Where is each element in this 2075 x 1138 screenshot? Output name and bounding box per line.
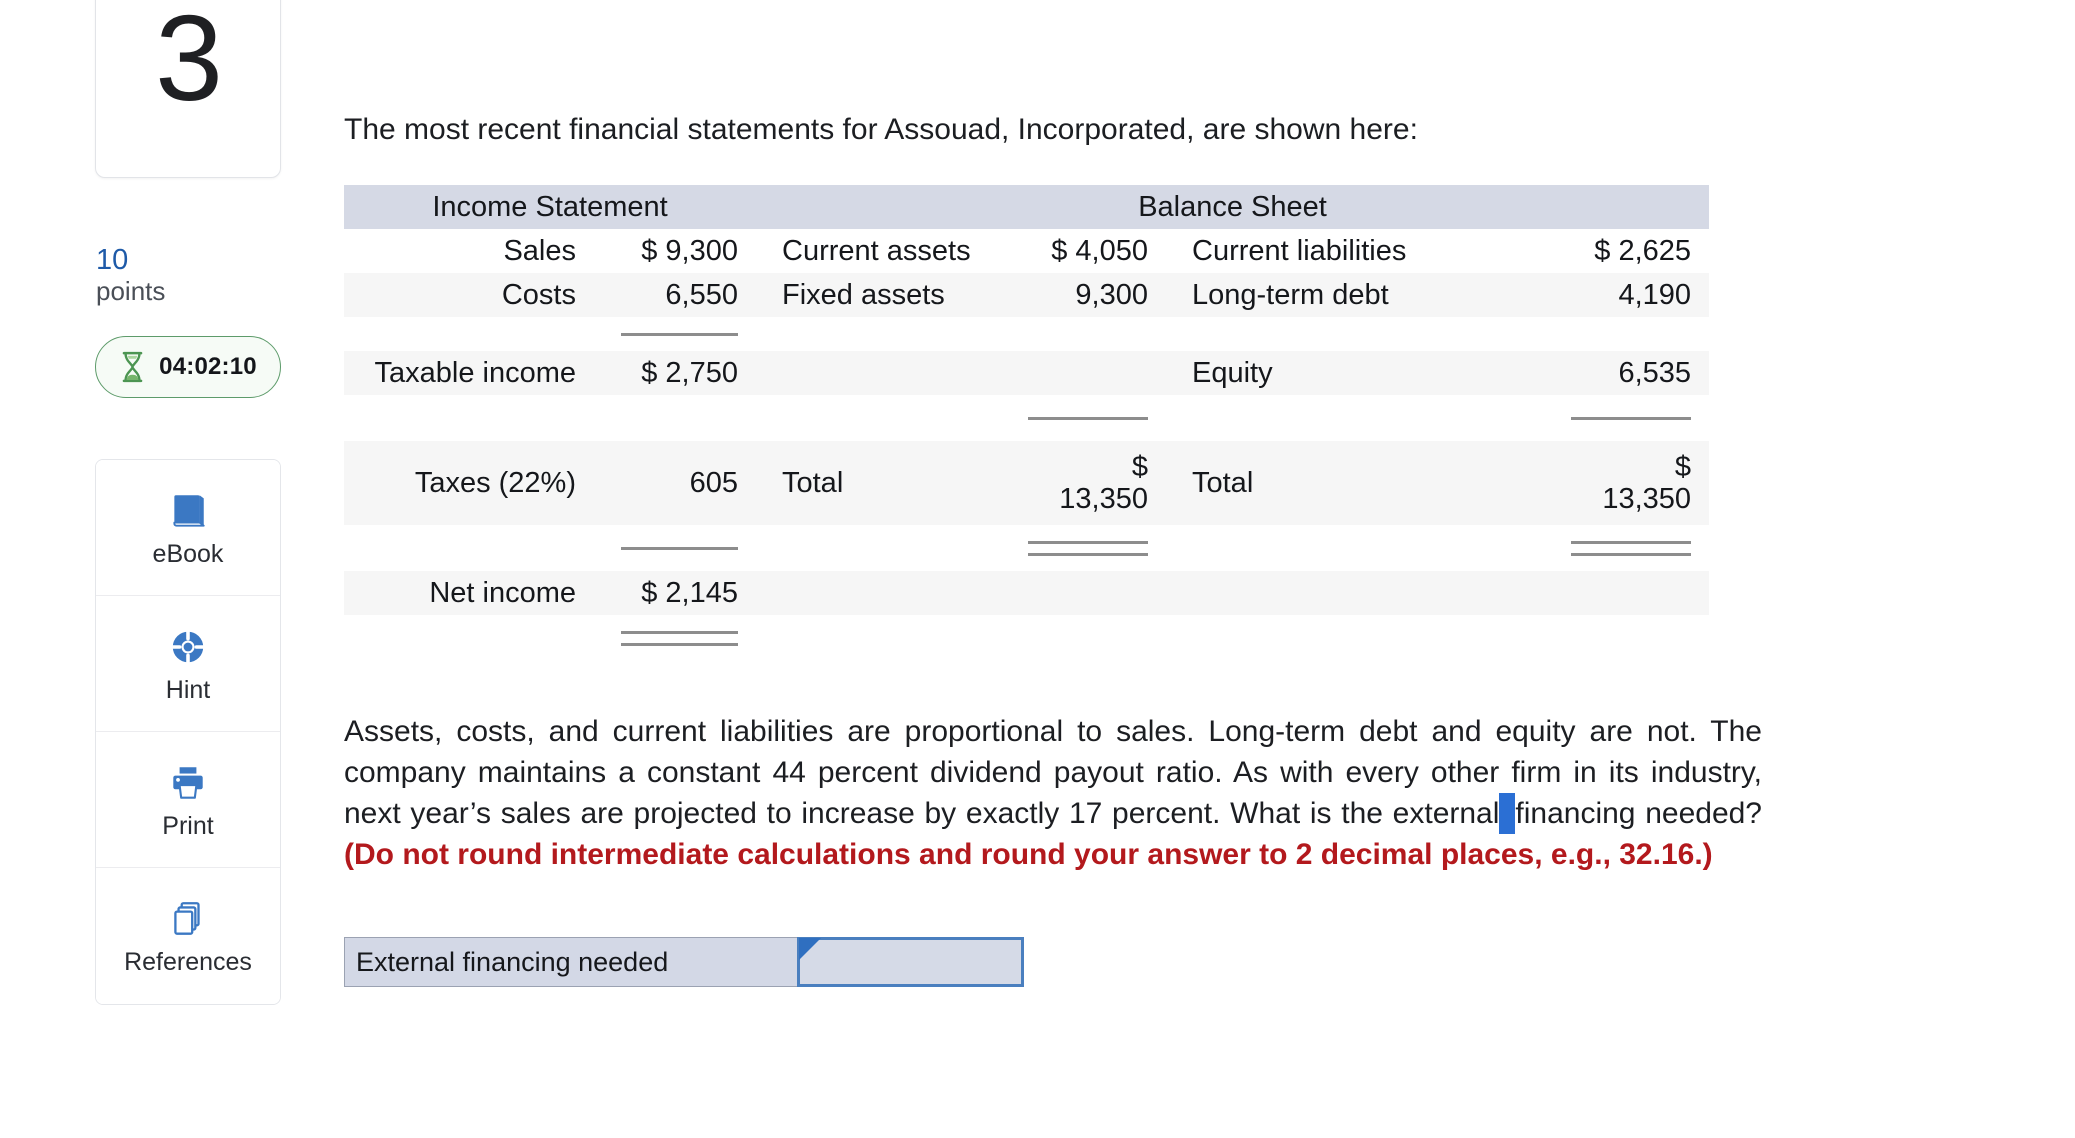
tool-item-hint[interactable]: Hint (96, 595, 280, 732)
cell-income-label: Costs (344, 273, 594, 317)
cell-liability-label (1166, 571, 1486, 615)
question-number-card: 3 (95, 0, 281, 178)
question-content: The most recent financial statements for… (344, 0, 2064, 988)
question-sidebar: 3 10 points 04:02:10 eBook Hint Print Re… (95, 0, 281, 1005)
cell-liability-label: Long-term debt (1166, 273, 1486, 317)
cell-income-value: 6,550 (594, 273, 756, 317)
text-selection-highlight (1499, 793, 1516, 835)
printer-icon (165, 760, 211, 806)
cell-asset-label: Total (756, 441, 990, 525)
points-label: points (96, 276, 166, 307)
table-rule-row (344, 525, 1710, 571)
table-row: Net income $ 2,145 (344, 571, 1710, 615)
cell-income-value: $ 9,300 (594, 229, 756, 273)
rounding-note: (Do not round intermediate calculations … (344, 838, 1713, 872)
tool-label-references: References (124, 948, 252, 977)
cell-income-label: Sales (344, 229, 594, 273)
tool-label-hint: Hint (165, 675, 211, 704)
cell-liability-label: Current liabilities (1166, 229, 1486, 273)
points-value: 10 (96, 244, 129, 276)
cell-asset-value: 9,300 (990, 273, 1166, 317)
cell-liability-value: $ 2,625 (1486, 229, 1710, 273)
financial-statements-table: Income Statement Balance Sheet Sales $ 9… (344, 185, 1710, 661)
documents-stack-icon (165, 896, 211, 942)
assets-double-rule (990, 525, 1166, 571)
cell-income-value: $ 2,750 (594, 351, 756, 395)
cell-liability-label: Total (1166, 441, 1486, 525)
table-rule-row (344, 615, 1710, 661)
asset-total-currency: $ (1131, 450, 1148, 483)
tool-panel: eBook Hint Print References (95, 458, 281, 1005)
cell-income-label: Net income (344, 571, 594, 615)
table-row: Sales $ 9,300 Current assets $ 4,050 Cur… (344, 229, 1710, 273)
cell-liability-value (1486, 571, 1710, 615)
table-row: Taxable income $ 2,750 Equity 6,535 (344, 351, 1710, 395)
question-number: 3 (155, 0, 223, 126)
points-block: 10 points (95, 244, 281, 308)
cell-asset-value (990, 351, 1166, 395)
header-balance-sheet: Balance Sheet (756, 185, 1710, 229)
answer-row: External financing needed (344, 937, 1024, 988)
asset-total-amount: 13,350 (1059, 483, 1148, 515)
table-rule-row (344, 395, 1710, 441)
cell-asset-label: Current assets (756, 229, 990, 273)
liability-total-currency: $ (1674, 450, 1692, 483)
cell-liability-value: 4,190 (1486, 273, 1710, 317)
hourglass-icon (119, 351, 146, 383)
timer-value: 04:02:10 (159, 352, 257, 380)
cell-asset-label: Fixed assets (756, 273, 990, 317)
book-icon (165, 488, 211, 534)
cell-asset-total-value: $ 13,350 (990, 441, 1166, 525)
tool-item-print[interactable]: Print (96, 731, 280, 868)
intro-text: The most recent financial statements for… (344, 113, 1418, 146)
tool-item-references[interactable]: References (96, 867, 280, 1004)
cell-income-value: 605 (594, 441, 756, 525)
cell-income-label: Taxable income (344, 351, 594, 395)
total-rule-liabilities (1486, 395, 1710, 441)
table-header-row: Income Statement Balance Sheet (344, 185, 1710, 229)
liabilities-double-rule (1486, 525, 1710, 571)
timer-badge: 04:02:10 (95, 335, 281, 398)
lifebuoy-icon (165, 624, 211, 670)
question-text-part2: financing needed? (1515, 797, 1762, 831)
cell-income-label: Taxes (22%) (344, 441, 594, 525)
table-row: Taxes (22%) 605 Total $ 13,350 Total $ 1… (344, 441, 1710, 525)
tool-label-print: Print (162, 811, 214, 840)
cell-liability-value: 6,535 (1486, 351, 1710, 395)
external-financing-needed-input[interactable] (797, 937, 1024, 988)
liability-total-amount: 13,350 (1602, 483, 1692, 515)
subtotal-rule (594, 317, 756, 351)
question-prompt: Assets, costs, and current liabilities a… (344, 711, 1762, 875)
cell-asset-label (756, 351, 990, 395)
table-row: Costs 6,550 Fixed assets 9,300 Long-term… (344, 273, 1710, 317)
table-rule-row (344, 317, 1710, 351)
answer-label: External financing needed (344, 937, 797, 988)
cell-liability-total-value: $ 13,350 (1486, 441, 1710, 525)
question-page: 3 10 points 04:02:10 eBook Hint Print Re… (0, 0, 2075, 1138)
net-income-rule (594, 525, 756, 571)
cell-asset-value: $ 4,050 (990, 229, 1166, 273)
tool-label-ebook: eBook (152, 539, 224, 568)
header-income-statement: Income Statement (344, 185, 756, 229)
cell-asset-label (756, 571, 990, 615)
total-rule-assets (990, 395, 1166, 441)
tool-item-ebook[interactable]: eBook (96, 459, 280, 596)
cell-liability-label: Equity (1166, 351, 1486, 395)
cell-income-value: $ 2,145 (594, 571, 756, 615)
net-income-double-rule (594, 615, 756, 661)
cell-asset-value (990, 571, 1166, 615)
